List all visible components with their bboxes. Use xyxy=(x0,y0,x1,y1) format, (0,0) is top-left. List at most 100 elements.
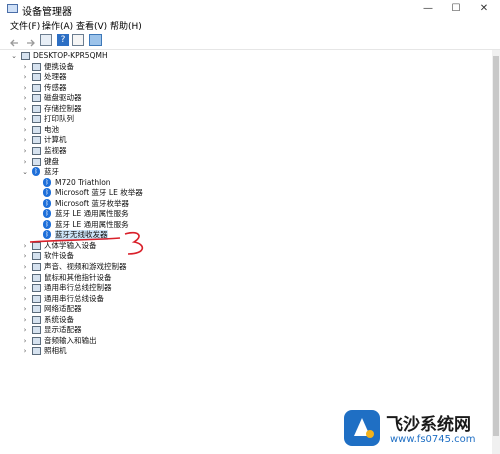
collapse-chevron-icon[interactable]: ⌄ xyxy=(10,51,18,61)
tree-category[interactable]: › 计算机 xyxy=(0,135,480,145)
view-properties-icon[interactable] xyxy=(40,34,52,46)
device-category-icon xyxy=(32,326,41,335)
device-category-icon xyxy=(32,347,41,356)
tree-item-label: 监视器 xyxy=(44,145,67,155)
device-category-icon xyxy=(32,273,41,282)
expand-chevron-icon[interactable]: › xyxy=(21,283,29,293)
tree-item-label: 通用串行总线控制器 xyxy=(44,283,112,293)
bluetooth-icon: ᛒ xyxy=(43,198,51,208)
tree-category[interactable]: › 照相机 xyxy=(0,346,480,356)
tree-category[interactable]: › 通用串行总线控制器 xyxy=(0,283,480,293)
device-category-icon xyxy=(32,83,41,92)
menu-view[interactable]: 查看(V) xyxy=(76,19,107,32)
help-icon[interactable]: ? xyxy=(57,34,69,46)
device-category-icon xyxy=(32,136,41,145)
annotation-underline xyxy=(29,231,144,255)
expand-chevron-icon[interactable]: › xyxy=(21,315,29,325)
tree-category[interactable]: › 显示适配器 xyxy=(0,325,480,335)
device-category-icon xyxy=(32,284,41,293)
toolbar: ? xyxy=(0,32,500,50)
bluetooth-device-item[interactable]: ᛒ Microsoft 蓝牙枚举器 xyxy=(0,198,480,209)
expand-chevron-icon[interactable]: › xyxy=(21,336,29,346)
view-list-icon[interactable] xyxy=(72,34,84,46)
tree-category[interactable]: › 监视器 xyxy=(0,146,480,156)
close-button[interactable]: ✕ xyxy=(470,0,498,18)
bluetooth-device-item[interactable]: ᛒ 蓝牙 LE 通用属性服务 xyxy=(0,209,480,219)
tree-item-label: 电池 xyxy=(44,124,59,134)
tree-category[interactable]: › 网络适配器 xyxy=(0,304,480,314)
expand-chevron-icon[interactable]: › xyxy=(21,72,29,82)
device-category-icon xyxy=(32,146,41,155)
tree-category[interactable]: › 存储控制器 xyxy=(0,104,480,114)
forward-arrow-icon[interactable] xyxy=(24,34,36,47)
expand-chevron-icon[interactable]: › xyxy=(21,135,29,145)
tree-category[interactable]: › 系统设备 xyxy=(0,315,480,325)
tree-item-label: 打印队列 xyxy=(44,114,74,124)
tree-item-label: 磁盘驱动器 xyxy=(44,93,82,103)
tree-category[interactable]: › 打印队列 xyxy=(0,114,480,124)
device-category-icon xyxy=(32,94,41,103)
tree-item-label: 传感器 xyxy=(44,82,67,92)
monitor-scan-icon[interactable] xyxy=(89,34,102,46)
vertical-scrollbar[interactable] xyxy=(492,50,500,454)
device-category-icon xyxy=(32,315,41,324)
device-category-icon xyxy=(32,104,41,113)
expand-chevron-icon[interactable]: › xyxy=(21,104,29,114)
watermark-url: www.fs0745.com xyxy=(390,434,476,445)
tree-item-label: 处理器 xyxy=(44,72,67,82)
device-category-icon xyxy=(32,305,41,314)
bluetooth-icon: ᛒ xyxy=(32,167,40,177)
tree-item-label: DESKTOP-KPR5QMH xyxy=(33,51,108,60)
tree-item-label: 便携设备 xyxy=(44,61,74,71)
expand-chevron-icon[interactable]: › xyxy=(21,146,29,156)
window-title: 设备管理器 xyxy=(22,7,72,18)
tree-item-label: Microsoft 蓝牙 LE 枚举器 xyxy=(55,188,143,198)
tree-item-label: 蓝牙 LE 通用属性服务 xyxy=(55,209,129,219)
tree-item-label: 显示适配器 xyxy=(44,325,82,335)
expand-chevron-icon[interactable]: › xyxy=(21,114,29,124)
tree-category[interactable]: › 音频输入和输出 xyxy=(0,336,480,346)
tree-category[interactable]: › 电池 xyxy=(0,125,480,135)
tree-category[interactable]: › 便携设备 xyxy=(0,62,480,72)
expand-chevron-icon[interactable]: › xyxy=(21,273,29,283)
tree-category[interactable]: ⌄ ᛒ 蓝牙 xyxy=(0,167,480,177)
expand-chevron-icon[interactable]: › xyxy=(21,325,29,335)
menu-bar: 文件(F) 操作(A) 查看(V) 帮助(H) xyxy=(0,18,500,32)
bluetooth-icon: ᛒ xyxy=(43,188,51,198)
tree-category[interactable]: › 通用串行总线设备 xyxy=(0,294,480,304)
tree-category[interactable]: › 键盘 xyxy=(0,157,480,167)
expand-chevron-icon[interactable]: › xyxy=(21,125,29,135)
expand-chevron-icon[interactable]: › xyxy=(21,294,29,304)
menu-help[interactable]: 帮助(H) xyxy=(110,19,142,32)
bluetooth-device-item[interactable]: ᛒ M720 Triathlon xyxy=(0,177,480,188)
device-category-icon xyxy=(32,336,41,345)
tree-item-label: 蓝牙 xyxy=(44,167,59,177)
tree-item-label: Microsoft 蓝牙枚举器 xyxy=(55,198,130,208)
tree-item-label: 存储控制器 xyxy=(44,103,82,113)
watermark-logo-icon xyxy=(344,410,380,446)
tree-category[interactable]: › 磁盘驱动器 xyxy=(0,93,480,103)
expand-chevron-icon[interactable]: › xyxy=(21,83,29,93)
tree-category[interactable]: › 鼠标和其他指针设备 xyxy=(0,273,480,283)
tree-category[interactable]: › 传感器 xyxy=(0,83,480,93)
expand-chevron-icon[interactable]: › xyxy=(21,346,29,356)
menu-file[interactable]: 文件(F) xyxy=(10,19,40,32)
bluetooth-device-item[interactable]: ᛒ Microsoft 蓝牙 LE 枚举器 xyxy=(0,188,480,198)
tree-item-label: 照相机 xyxy=(44,346,67,356)
scrollbar-thumb[interactable] xyxy=(493,56,499,436)
back-arrow-icon[interactable] xyxy=(9,34,21,47)
maximize-button[interactable]: ☐ xyxy=(442,0,470,18)
device-category-icon xyxy=(32,157,41,166)
watermark: 飞沙系统网 www.fs0745.com xyxy=(326,404,500,454)
expand-chevron-icon[interactable]: › xyxy=(21,304,29,314)
title-bar: 设备管理器 — ☐ ✕ xyxy=(0,0,500,18)
expand-chevron-icon[interactable]: › xyxy=(21,93,29,103)
tree-root[interactable]: ⌄ DESKTOP-KPR5QMH xyxy=(0,51,480,61)
expand-chevron-icon[interactable]: › xyxy=(21,157,29,167)
expand-chevron-icon[interactable]: › xyxy=(21,62,29,72)
collapse-chevron-icon[interactable]: ⌄ xyxy=(21,167,29,177)
tree-category[interactable]: › 处理器 xyxy=(0,72,480,82)
bluetooth-icon: ᛒ xyxy=(43,209,51,219)
menu-action[interactable]: 操作(A) xyxy=(42,19,73,32)
minimize-button[interactable]: — xyxy=(414,0,442,18)
